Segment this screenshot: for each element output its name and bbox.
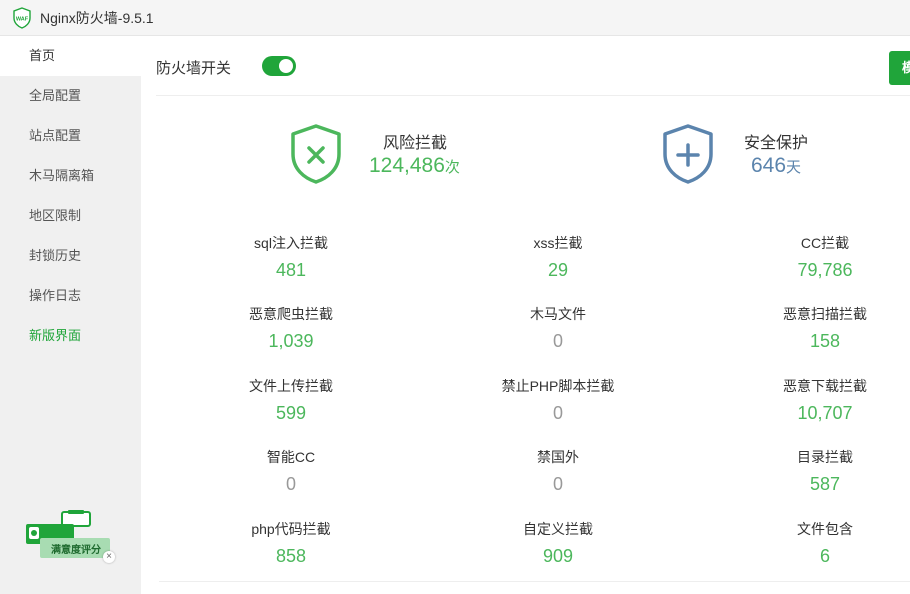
stat-malicious-crawler: 恶意爬虫拦截 1,039 [191,304,391,354]
toggle-knob [279,59,293,73]
waf-shield-logo-icon: WAF [13,6,31,29]
stat-label: 文件上传拦截 [249,378,333,394]
svg-text:满意度评分: 满意度评分 [51,543,101,556]
stat-value: 10,707 [797,403,853,423]
main-content: 防火墙开关 模拟 风险拦截 124,486次 安全保护 646天 sql注入拦截… [141,36,910,594]
stat-value: 0 [552,403,563,423]
stat-value: 0 [285,474,296,494]
stat-php-script-block: 禁止PHP脚本拦截 0 [458,376,658,426]
stat-label: 智能CC [266,449,316,465]
svg-text:WAF: WAF [16,16,29,22]
stat-value: 1,039 [268,331,314,351]
stat-custom-block: 自定义拦截 909 [458,519,658,569]
stat-value: 858 [275,546,307,566]
stat-label: sql注入拦截 [254,235,328,251]
stat-value: 0 [552,474,563,494]
shield-plus-icon [663,124,713,184]
stat-label: xss拦截 [533,235,583,251]
protection-days-value: 646天 [751,154,801,178]
bottom-divider [159,581,910,582]
stat-label: 禁国外 [537,449,579,465]
firewall-toggle-switch[interactable] [262,56,296,76]
stat-value: 29 [547,260,569,280]
sidebar-item-new-ui[interactable]: 新版界面 [0,316,141,356]
window-title: Nginx防火墙-9.5.1 [40,9,154,26]
stat-cc: CC拦截 79,786 [725,233,910,283]
satisfaction-rating-widget[interactable]: 满意度评分 [26,510,118,558]
protection-days-summary: 安全保护 646天 [662,124,862,188]
stat-file-upload: 文件上传拦截 599 [191,376,391,426]
stat-malicious-download: 恶意下载拦截 10,707 [725,376,910,426]
sidebar-item-home[interactable]: 首页 [0,36,141,76]
protection-days-label: 安全保护 [744,135,809,152]
risk-block-summary: 风险拦截 124,486次 [290,124,490,188]
stat-value: 79,786 [797,260,853,280]
stat-label: 自定义拦截 [523,521,593,537]
title-bar: WAF Nginx防火墙-9.5.1 [0,0,910,36]
stat-block-foreign: 禁国外 0 [458,447,658,497]
risk-block-number: 124,486 [369,154,445,177]
stat-label: CC拦截 [800,235,850,251]
sidebar-item-region-limit[interactable]: 地区限制 [0,196,141,236]
shield-x-icon [291,124,341,184]
stat-label: 文件包含 [797,521,853,537]
stat-label: 恶意爬虫拦截 [249,306,333,322]
sidebar-item-block-history[interactable]: 封锁历史 [0,236,141,276]
stat-label: php代码拦截 [251,521,331,537]
stat-label: 木马文件 [530,306,586,322]
stat-value: 909 [542,546,574,566]
stat-label: 目录拦截 [797,449,853,465]
stat-directory-block: 目录拦截 587 [725,447,910,497]
firewall-toggle-row: 防火墙开关 模拟 [156,36,910,96]
stat-malicious-scan: 恶意扫描拦截 158 [725,304,910,354]
sidebar-item-operation-log[interactable]: 操作日志 [0,276,141,316]
risk-block-unit: 次 [444,159,460,176]
simulate-attack-button[interactable]: 模拟 [889,51,910,85]
stat-value: 6 [819,546,830,566]
stat-sql-injection: sql注入拦截 481 [191,233,391,283]
stat-xss: xss拦截 29 [458,233,658,283]
stat-value: 481 [275,260,307,280]
stat-smart-cc: 智能CC 0 [191,447,391,497]
sidebar-item-site-config[interactable]: 站点配置 [0,116,141,156]
protection-days-number: 646 [751,154,787,177]
firewall-toggle-label: 防火墙开关 [156,60,232,77]
protection-days-unit: 天 [786,159,802,176]
risk-block-label: 风险拦截 [383,135,448,152]
promo-close-icon[interactable]: × [103,551,115,563]
stat-value: 587 [809,474,841,494]
stat-value: 158 [809,331,841,351]
stat-label: 禁止PHP脚本拦截 [501,378,615,394]
sidebar-item-global-config[interactable]: 全局配置 [0,76,141,116]
stat-value: 599 [275,403,307,423]
stat-php-code: php代码拦截 858 [191,519,391,569]
stat-trojan-files: 木马文件 0 [458,304,658,354]
risk-block-value: 124,486次 [369,154,460,178]
sidebar-item-trojan-quarantine[interactable]: 木马隔离箱 [0,156,141,196]
stat-label: 恶意扫描拦截 [783,306,867,322]
stat-label: 恶意下载拦截 [783,378,867,394]
stat-file-inclusion: 文件包含 6 [725,519,910,569]
stat-value: 0 [552,331,563,351]
